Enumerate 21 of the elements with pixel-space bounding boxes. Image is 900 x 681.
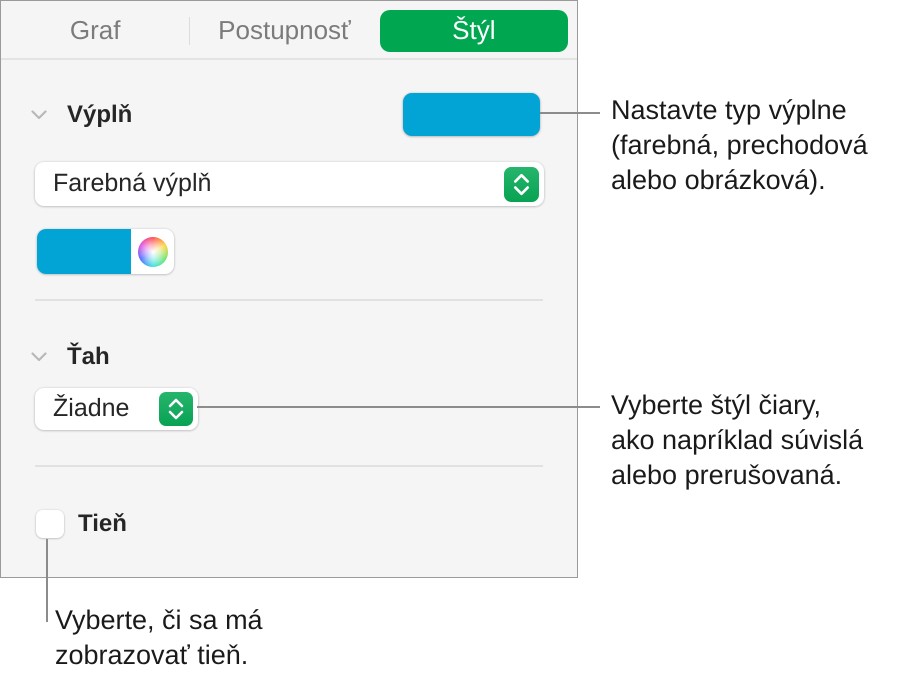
callout-text: Vyberte, či sa má zobrazovať tieň. (55, 604, 263, 672)
section-title: Výplň (67, 100, 132, 130)
tab[interactable]: Graf (1, 10, 190, 52)
section-title: Ťah (67, 342, 110, 372)
tab[interactable]: Štýl (380, 10, 568, 52)
up-down-chevron-icon (159, 392, 193, 426)
callout-text: Vyberte štýl čiary, ako napríklad súvislá alebo prerušovaná. (611, 389, 864, 492)
color-picker-control[interactable] (37, 229, 174, 274)
chevron-down-icon[interactable] (31, 352, 47, 362)
popup-button[interactable]: Žiadne (35, 388, 198, 430)
popup-button[interactable]: Farebná výplň (35, 162, 544, 206)
checkbox-label: Tieň (78, 509, 127, 539)
up-down-chevron-icon (504, 166, 539, 202)
color-wheel-icon[interactable] (138, 236, 168, 266)
color-well-button[interactable] (403, 93, 540, 136)
color-swatch-icon[interactable] (37, 229, 131, 274)
callout-text: Nastavte typ výplne (farebná, prechodová alebo obrázková). (611, 94, 868, 197)
checkbox[interactable] (36, 510, 64, 538)
chevron-down-icon[interactable] (31, 110, 47, 120)
tab[interactable]: Postupnosť (190, 10, 379, 52)
leader-line (540, 112, 600, 114)
